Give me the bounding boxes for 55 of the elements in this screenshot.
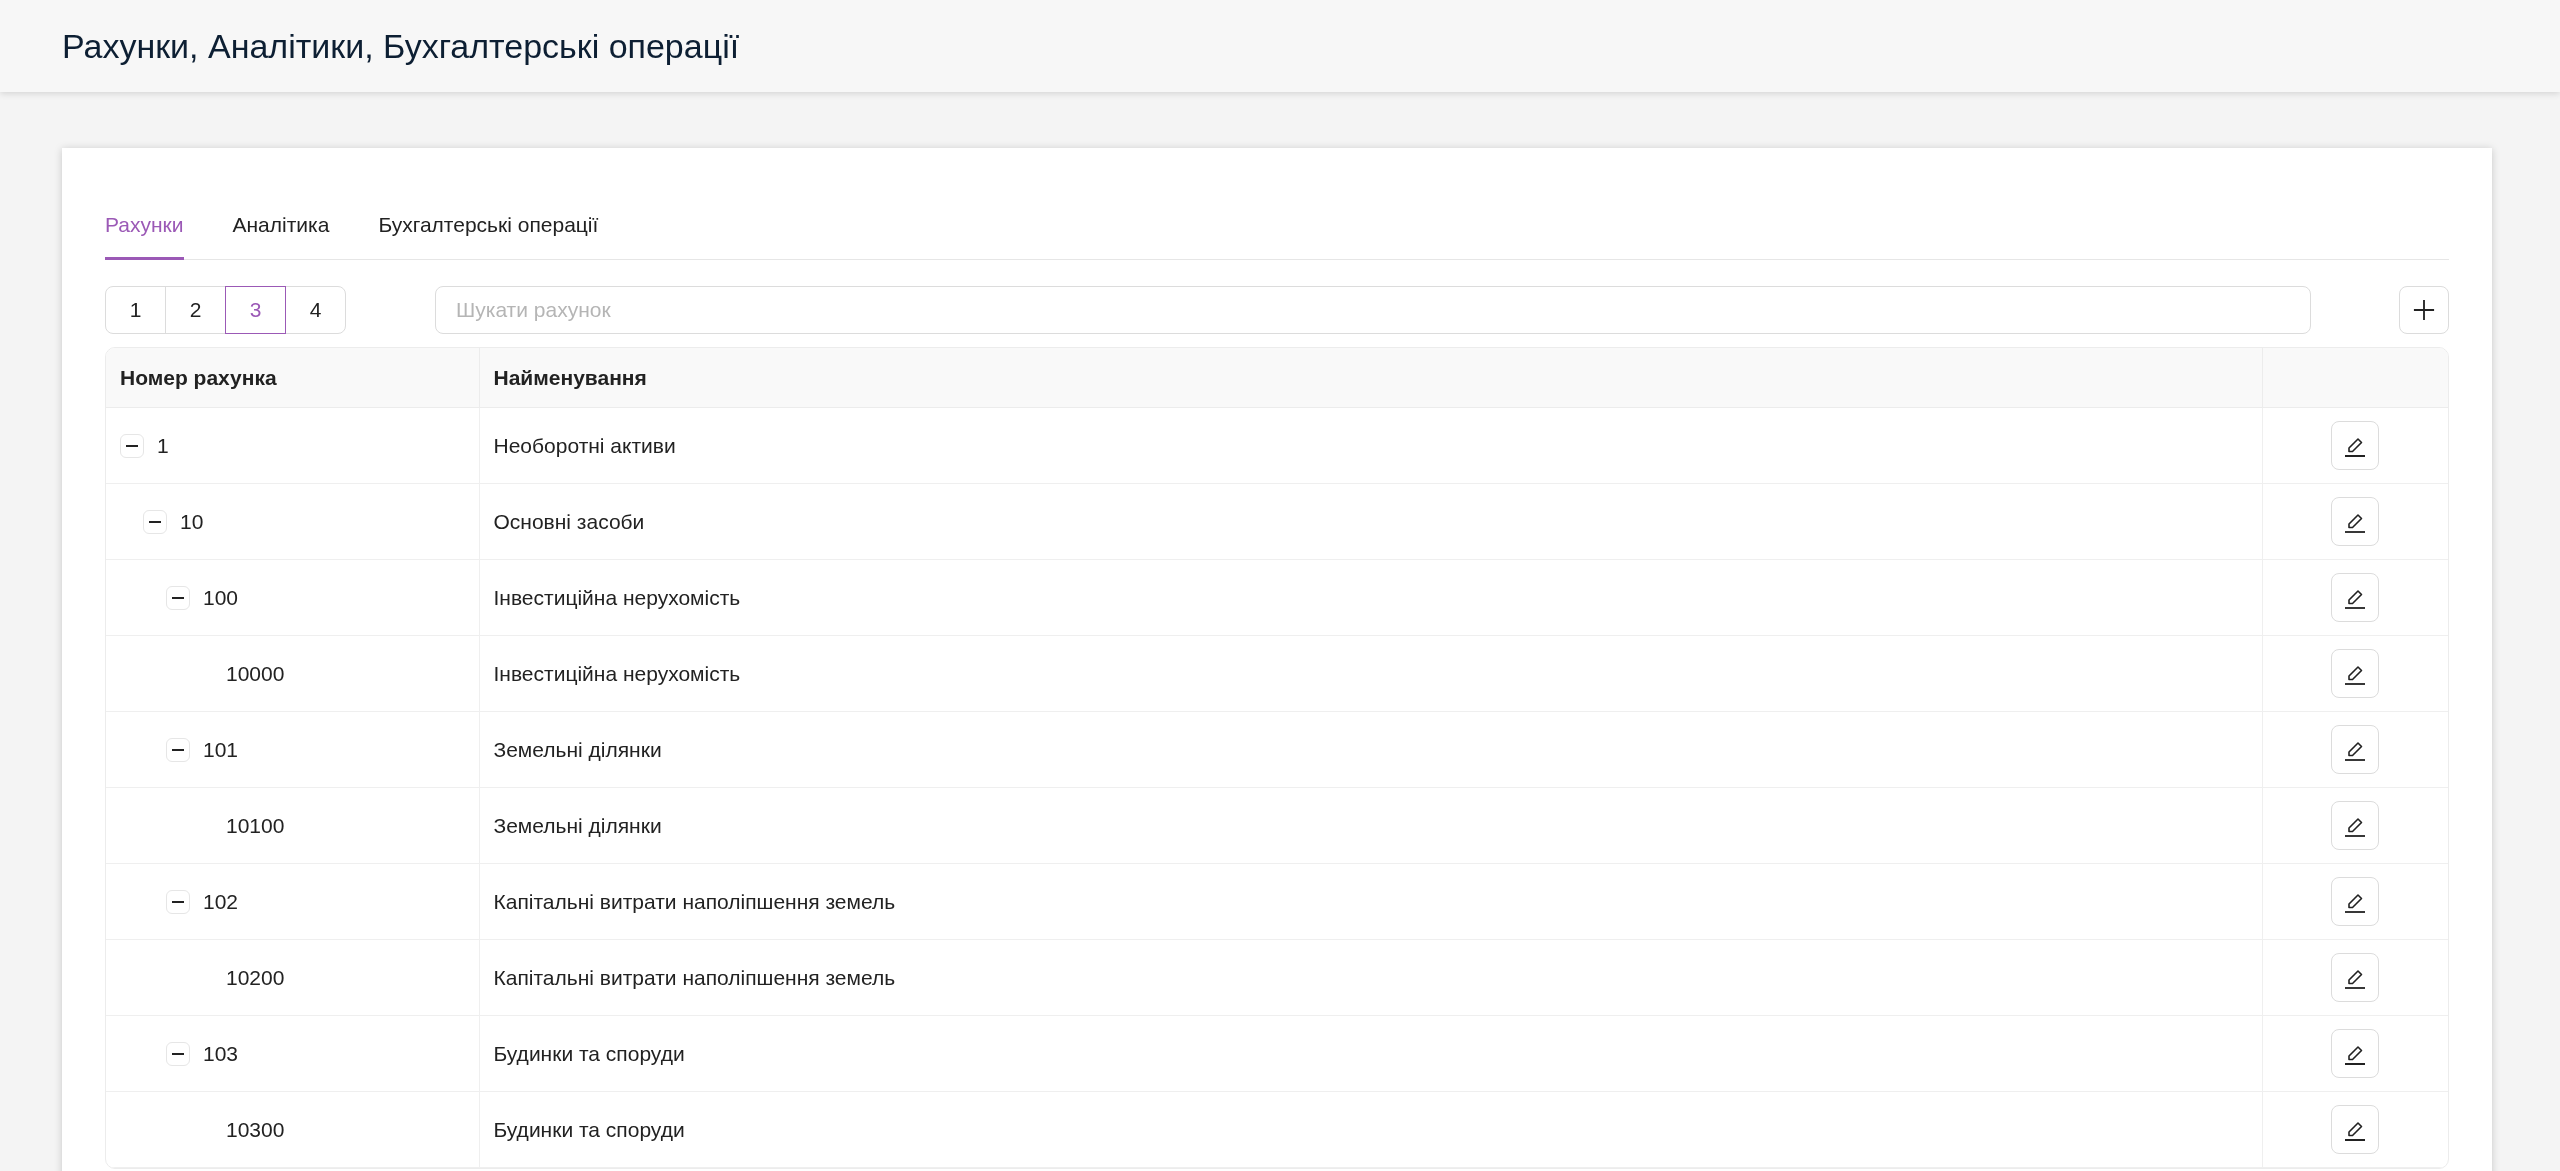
minus-icon [172, 596, 184, 599]
account-number: 103 [203, 1041, 239, 1066]
edit-button[interactable] [2331, 801, 2380, 850]
account-number: 1 [157, 433, 169, 458]
edit-button[interactable] [2331, 497, 2380, 546]
account-number: 10 [180, 509, 204, 534]
plus-icon [2413, 299, 2435, 321]
page-button[interactable]: 2 [165, 286, 226, 334]
minus-icon [126, 444, 138, 447]
edit-button[interactable] [2331, 953, 2380, 1002]
account-number: 10100 [226, 813, 285, 838]
edit-button[interactable] [2331, 877, 2380, 926]
edit-button[interactable] [2331, 421, 2380, 470]
tab[interactable]: Рахунки [105, 210, 184, 260]
edit-button[interactable] [2331, 1105, 2380, 1154]
minus-icon [149, 520, 161, 523]
collapse-button[interactable] [166, 737, 190, 762]
account-number: 10200 [226, 965, 285, 990]
edit-button[interactable] [2331, 1029, 2380, 1078]
collapse-button[interactable] [166, 889, 190, 914]
account-number: 10300 [226, 1117, 285, 1142]
account-number: 101 [203, 737, 239, 762]
account-name: Будинки та споруди [479, 1091, 2262, 1168]
edit-button[interactable] [2331, 649, 2380, 698]
account-name: Інвестиційна нерухомість [479, 635, 2262, 712]
collapse-button[interactable] [166, 1041, 190, 1066]
account-name: Земельні ділянки [479, 711, 2262, 788]
add-button[interactable] [2399, 286, 2449, 334]
account-name: Необоротні активи [479, 407, 2262, 484]
collapse-button[interactable] [143, 509, 167, 534]
account-name: Будинки та споруди [479, 1015, 2262, 1092]
account-name: Інвестиційна нерухомість [479, 559, 2262, 636]
page-button[interactable]: 4 [285, 286, 346, 334]
account-name: Земельні ділянки [479, 787, 2262, 864]
account-name: Капітальні витрати наполіпшення земель [479, 939, 2262, 1016]
account-name: Капітальні витрати наполіпшення земель [479, 863, 2262, 940]
search-field[interactable]: Шукати рахунок [435, 286, 2311, 334]
account-name: Основні засоби [479, 483, 2262, 560]
column-header: Найменування [479, 348, 2262, 408]
collapse-button[interactable] [120, 433, 144, 458]
tab[interactable]: Бухгалтерські операції [378, 210, 599, 260]
account-number: 10000 [226, 661, 285, 686]
edit-button[interactable] [2331, 725, 2380, 774]
account-number: 100 [203, 585, 239, 610]
column-header: Номер рахунка [106, 348, 479, 408]
minus-icon [172, 900, 184, 903]
edit-button[interactable] [2331, 573, 2380, 622]
account-number: 102 [203, 889, 239, 914]
page-button[interactable]: 3 [225, 286, 286, 334]
collapse-button[interactable] [166, 585, 190, 610]
minus-icon [172, 1052, 184, 1055]
tab[interactable]: Аналітика [232, 210, 330, 260]
page-title: Рахунки, Аналітики, Бухгалтерські операції [62, 26, 740, 66]
page-button[interactable]: 1 [105, 286, 166, 334]
minus-icon [172, 748, 184, 751]
